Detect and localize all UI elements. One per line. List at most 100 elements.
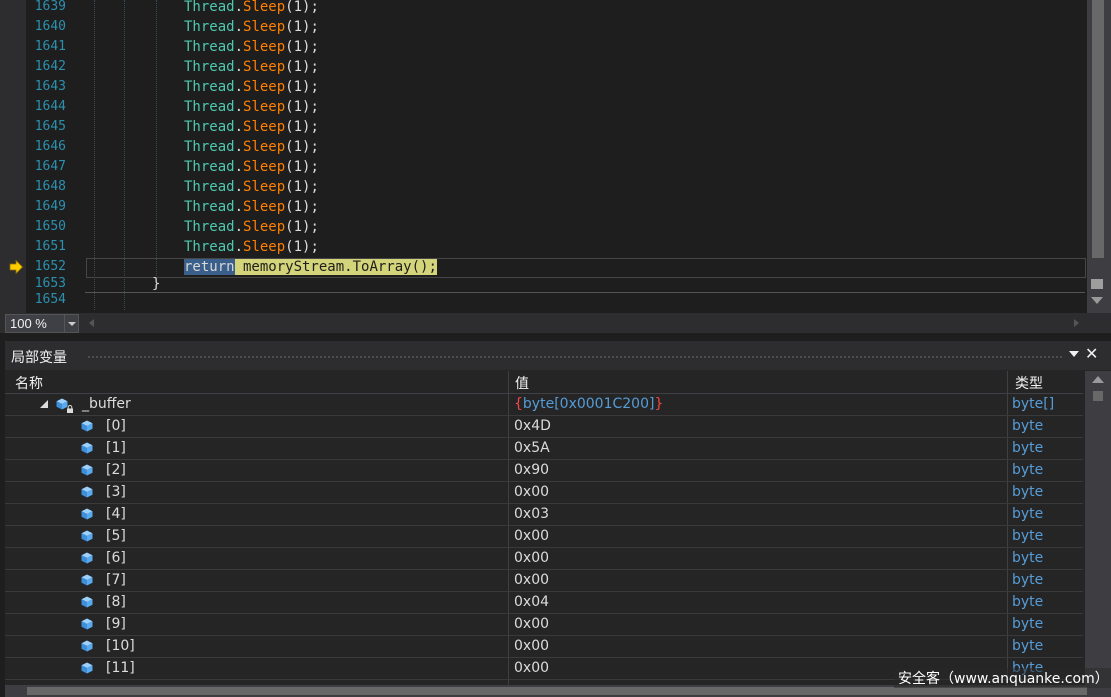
method-name: Sleep [243, 119, 286, 135]
array-element-icon [81, 530, 93, 542]
locals-row[interactable]: [0] 0x4D byte [5, 416, 1083, 438]
code-line[interactable]: 1648 Thread.Sleep(1); [26, 177, 1086, 197]
element-value: 0x00 [514, 616, 550, 632]
member-access-dot: . [234, 199, 244, 215]
column-header-value[interactable]: 值 [515, 373, 529, 393]
call-arguments: (1); [285, 119, 319, 135]
element-index: [9] [106, 616, 126, 632]
member-access-dot: . [234, 19, 244, 35]
element-type: byte [1012, 594, 1044, 610]
call-arguments: (1); [285, 199, 319, 215]
code-line[interactable]: 1639 Thread.Sleep(1); [26, 0, 1086, 17]
locals-row-buffer[interactable]: _buffer {byte[0x0001C200]} byte[] [5, 394, 1083, 416]
method-name: Sleep [243, 19, 286, 35]
code-text: Thread.Sleep(1); [184, 157, 319, 177]
class-name: Thread [184, 119, 235, 135]
zoom-dropdown[interactable]: 100 % [5, 314, 79, 333]
code-line[interactable]: 1641 Thread.Sleep(1); [26, 37, 1086, 57]
locals-row[interactable]: [9] 0x00 byte [5, 614, 1083, 636]
code-line[interactable]: 1654 [26, 290, 1086, 310]
member-access-dot: . [234, 139, 244, 155]
scroll-right-arrow-icon[interactable] [1074, 319, 1079, 327]
locals-window: 局部变量 ✕ 名称 值 类型 _buffer {byte[0x0001C200]}… [5, 341, 1111, 697]
expand-triangle-icon[interactable] [39, 399, 49, 409]
scroll-up-arrow-icon[interactable] [1092, 376, 1104, 383]
code-line[interactable]: 1640 Thread.Sleep(1); [26, 17, 1086, 37]
scroll-left-arrow-icon[interactable] [89, 319, 94, 327]
class-name: Thread [184, 79, 235, 95]
code-lines[interactable]: 1639 Thread.Sleep(1); 1640 Thread.Sleep(1);… [26, 0, 1086, 313]
element-value: 0x03 [514, 506, 550, 522]
locals-row[interactable]: [3] 0x00 byte [5, 482, 1083, 504]
code-text: Thread.Sleep(1); [184, 97, 319, 117]
value-text: byte[0x0001C200] [522, 396, 655, 412]
element-index: [3] [106, 484, 126, 500]
window-position-dropdown-icon[interactable] [1069, 351, 1079, 357]
element-type: byte [1012, 528, 1044, 544]
column-header-name[interactable]: 名称 [15, 373, 43, 393]
editor-gutter[interactable] [0, 0, 26, 313]
line-number: 1649 [34, 199, 66, 214]
code-line[interactable]: 1646 Thread.Sleep(1); [26, 137, 1086, 157]
line-number: 1641 [34, 39, 66, 54]
scroll-down-arrow-icon[interactable] [1091, 297, 1103, 304]
chevron-down-icon[interactable] [64, 315, 79, 332]
return-keyword: return [184, 259, 235, 275]
code-text: Thread.Sleep(1); [184, 137, 319, 157]
code-line[interactable]: 1644 Thread.Sleep(1); [26, 97, 1086, 117]
method-name: Sleep [243, 99, 286, 115]
locals-row[interactable]: [10] 0x00 byte [5, 636, 1083, 658]
code-text: Thread.Sleep(1); [184, 77, 319, 97]
code-line[interactable]: 1649 Thread.Sleep(1); [26, 197, 1086, 217]
element-type: byte [1012, 462, 1044, 478]
panel-title-bar[interactable]: 局部变量 ✕ [5, 341, 1111, 370]
code-text: Thread.Sleep(1); [184, 17, 319, 37]
editor-horizontal-scrollbar[interactable] [85, 316, 1083, 330]
line-number: 1648 [34, 179, 66, 194]
method-name: Sleep [243, 79, 286, 95]
locals-row[interactable]: [6] 0x00 byte [5, 548, 1083, 570]
code-line[interactable]: 1651 Thread.Sleep(1); [26, 237, 1086, 257]
scrollbar-thumb[interactable] [1093, 391, 1103, 401]
variable-name: _buffer [82, 396, 131, 412]
class-name: Thread [184, 179, 235, 195]
element-value: 0x00 [514, 572, 550, 588]
editor-vertical-scrollbar[interactable] [1087, 0, 1111, 313]
scrollbar-thumb[interactable] [27, 687, 1087, 695]
code-line[interactable]: 1642 Thread.Sleep(1); [26, 57, 1086, 77]
code-line[interactable]: 1645 Thread.Sleep(1); [26, 117, 1086, 137]
element-type: byte [1012, 550, 1044, 566]
code-line[interactable]: 1650 Thread.Sleep(1); [26, 217, 1086, 237]
locals-row[interactable]: [5] 0x00 byte [5, 526, 1083, 548]
array-element-icon [81, 486, 93, 498]
member-access-dot: . [234, 39, 244, 55]
element-index: [6] [106, 550, 126, 566]
element-index: [8] [106, 594, 126, 610]
close-icon[interactable]: ✕ [1085, 344, 1098, 363]
class-name: Thread [184, 19, 235, 35]
class-name: Thread [184, 219, 235, 235]
line-number: 1640 [34, 19, 66, 34]
member-access-dot: . [234, 119, 244, 135]
method-name: Sleep [243, 139, 286, 155]
locals-row[interactable]: [1] 0x5A byte [5, 438, 1083, 460]
element-value: 0x5A [514, 440, 550, 456]
code-line[interactable]: 1647 Thread.Sleep(1); [26, 157, 1086, 177]
code-line[interactable]: 1643 Thread.Sleep(1); [26, 77, 1086, 97]
member-access-dot: . [234, 239, 244, 255]
call-arguments: (1); [285, 239, 319, 255]
locals-row[interactable]: [2] 0x90 byte [5, 460, 1083, 482]
element-type: byte [1012, 484, 1044, 500]
array-element-icon [81, 596, 93, 608]
element-index: [10] [106, 638, 135, 654]
locals-row[interactable]: [4] 0x03 byte [5, 504, 1083, 526]
locals-row[interactable]: [7] 0x00 byte [5, 570, 1083, 592]
title-bar-grip [87, 355, 1062, 359]
locals-row[interactable]: [8] 0x04 byte [5, 592, 1083, 614]
element-index: [7] [106, 572, 126, 588]
code-editor[interactable]: 1639 Thread.Sleep(1); 1640 Thread.Sleep(1);… [0, 0, 1111, 313]
scrollbar-thumb[interactable] [1092, 0, 1104, 258]
column-header-type[interactable]: 类型 [1015, 373, 1043, 393]
locals-vertical-scrollbar[interactable] [1085, 371, 1111, 685]
value-close-brace: } [654, 396, 664, 412]
